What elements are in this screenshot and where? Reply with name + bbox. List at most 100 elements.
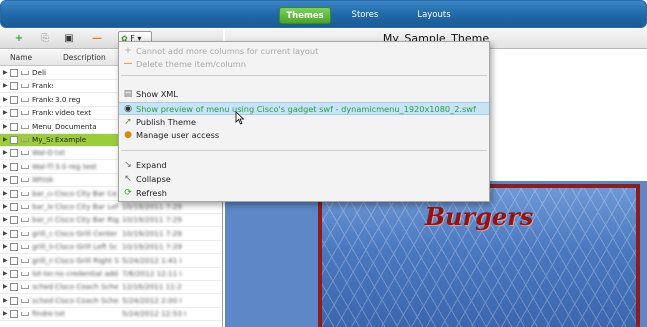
row-name: bar_cent <box>32 188 53 198</box>
table-row[interactable]: ▶ bar_rightCisco City Bar Rig10/19/2011 7… <box>0 214 222 228</box>
row-checkbox[interactable] <box>10 203 18 211</box>
folder-icon <box>21 231 29 236</box>
row-name: sched_m <box>32 295 53 305</box>
expand-arrow-icon[interactable]: ▶ <box>3 295 8 307</box>
expand-arrow-icon[interactable]: ▶ <box>3 188 8 200</box>
publish-icon: ➚ <box>124 117 132 127</box>
row-modified: 5/24/2012 12:53 I <box>122 309 187 319</box>
row-checkbox[interactable] <box>10 95 18 104</box>
row-checkbox[interactable] <box>10 149 18 158</box>
row-checkbox[interactable] <box>10 310 18 319</box>
table-row[interactable]: ▶ findreamtxt 5/24/2012 12:53 I <box>0 308 222 322</box>
expand-arrow-icon[interactable]: ▶ <box>3 308 8 320</box>
row-modified: 12/16/2011 11:2 <box>122 282 182 292</box>
folder-icon <box>21 178 29 183</box>
row-checkbox[interactable] <box>10 296 18 305</box>
row-checkbox[interactable] <box>10 229 18 238</box>
row-checkbox[interactable] <box>10 283 18 292</box>
folder-icon <box>21 258 29 263</box>
folder-icon <box>21 111 29 116</box>
table-row[interactable]: ▶ lot-testno credential add 7/6/2012 12:11… <box>0 268 222 281</box>
copy-icon[interactable]: ⎘ <box>38 32 52 46</box>
plus-icon: + <box>124 46 132 56</box>
column-header-description[interactable]: Description <box>63 53 106 62</box>
tab-layouts[interactable]: Layouts <box>409 7 459 24</box>
row-modified: 10/19/2011 7:29 <box>122 215 182 225</box>
expand-arrow-icon[interactable]: ▶ <box>3 268 8 280</box>
tab-stores[interactable]: Stores <box>343 7 387 24</box>
row-modified: 7/6/2012 12:11 I <box>122 269 182 278</box>
folder-icon <box>21 151 29 156</box>
top-nav-bar: Themes Stores Layouts <box>0 0 647 28</box>
menu-separator <box>121 150 487 151</box>
table-row[interactable]: ▶ grill_centCisco Grill Center 10/19/2011 … <box>0 228 222 241</box>
table-row[interactable]: ▶ bar_leftCisco City Bar Lef10/19/2011 7:… <box>0 201 222 214</box>
row-description: Cisco Grill Center <box>55 228 118 238</box>
row-name: My_Samp <box>32 135 53 144</box>
expand-arrow-icon[interactable]: ▶ <box>3 134 8 146</box>
expand-arrow-icon[interactable]: ▶ <box>3 255 8 267</box>
menu-item-show-xml[interactable]: ▤ Show XML <box>119 88 489 101</box>
row-description: 3.0 reg <box>55 94 81 104</box>
table-row[interactable]: ▶ grill_rightCisco Grill Right S5/24/2012… <box>0 255 222 268</box>
menu-item-refresh[interactable]: ⟳ Refresh <box>119 187 489 200</box>
table-row[interactable]: ▶ sched_mCisco Coach Sche5/24/2012 2:00 I <box>0 295 222 308</box>
row-name: Wal-Thai <box>32 161 53 171</box>
row-checkbox[interactable] <box>10 176 18 185</box>
row-checkbox[interactable] <box>10 189 18 198</box>
user-access-icon: ● <box>124 130 132 140</box>
row-checkbox[interactable] <box>10 243 18 252</box>
expand-arrow-icon[interactable]: ▶ <box>3 228 8 240</box>
menu-item-manage-user-access[interactable]: ● Manage user access <box>119 129 489 142</box>
tab-themes[interactable]: Themes <box>279 7 331 24</box>
expand-arrow-icon[interactable]: ▶ <box>3 94 8 106</box>
add-icon[interactable]: + <box>12 32 26 46</box>
expand-arrow-icon[interactable]: ▶ <box>3 107 8 119</box>
folder-icon <box>21 138 29 142</box>
row-description: Cisco Coach Sche <box>55 295 119 305</box>
menu-item-add-column[interactable]: + Cannot add more columns for current la… <box>119 45 489 58</box>
expand-arrow-icon[interactable]: ▶ <box>3 161 8 173</box>
row-checkbox[interactable] <box>10 136 18 144</box>
row-checkbox[interactable] <box>10 270 18 278</box>
menu-item-label: Refresh <box>136 188 167 198</box>
expand-arrow-icon[interactable]: ▶ <box>3 174 8 186</box>
column-header-name[interactable]: Name <box>10 53 32 62</box>
row-description: txt <box>55 148 65 158</box>
menu-item-delete[interactable]: — Delete theme item/column <box>119 58 489 71</box>
row-checkbox[interactable] <box>10 162 18 171</box>
expand-arrow-icon[interactable]: ▶ <box>3 147 8 159</box>
row-checkbox[interactable] <box>10 122 18 131</box>
row-name: Franks_3 <box>32 94 53 104</box>
row-checkbox[interactable] <box>10 109 18 118</box>
row-name: bar_right <box>32 215 53 225</box>
remove-icon[interactable]: — <box>90 32 104 46</box>
menu-item-publish-theme[interactable]: ➚ Publish Theme <box>119 116 489 129</box>
row-checkbox[interactable] <box>10 82 18 91</box>
menu-item-collapse[interactable]: ↖ Collapse <box>119 173 489 186</box>
expand-arrow-icon[interactable]: ▶ <box>3 281 8 293</box>
menu-item-label: Expand <box>136 160 167 170</box>
row-name: sched_m <box>32 282 53 292</box>
row-name: lot-test <box>32 269 53 278</box>
table-row[interactable]: ▶ grill_leftCisco Grill Left Sc 10/19/2011… <box>0 241 222 255</box>
save-icon[interactable]: ▣ <box>62 32 76 46</box>
row-name: grill_cent <box>32 228 53 238</box>
table-row[interactable]: ▶ sched_mCisco Coach Sche12/16/2011 11:2 <box>0 281 222 295</box>
expand-arrow-icon[interactable]: ▶ <box>3 241 8 253</box>
row-checkbox[interactable] <box>10 69 18 77</box>
row-checkbox[interactable] <box>10 216 18 225</box>
row-name: Menu_Ex <box>32 121 53 131</box>
menu-item-show-preview[interactable]: ◉ Show preview of menu using Cisco's gad… <box>119 102 489 115</box>
menu-item-label: Cannot add more columns for current layo… <box>136 46 319 56</box>
expand-arrow-icon[interactable]: ▶ <box>3 201 8 213</box>
expand-arrow-icon[interactable]: ▶ <box>3 80 8 92</box>
menu-item-expand[interactable]: ↘ Expand <box>119 159 489 172</box>
row-description: Cisco Coach Sche <box>55 282 119 292</box>
expand-icon: ↘ <box>124 160 132 170</box>
expand-arrow-icon[interactable]: ▶ <box>3 121 8 133</box>
expand-arrow-icon[interactable]: ▶ <box>3 67 8 79</box>
expand-arrow-icon[interactable]: ▶ <box>3 214 8 226</box>
folder-icon <box>21 71 29 75</box>
row-checkbox[interactable] <box>10 256 18 265</box>
